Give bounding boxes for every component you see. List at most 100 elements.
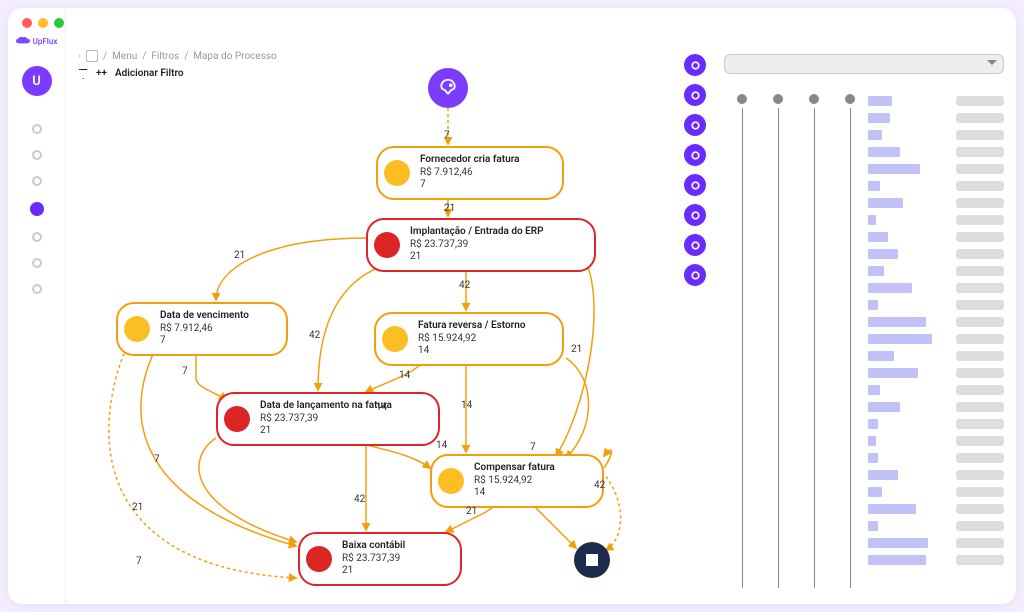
canvas-toolbar xyxy=(684,54,706,286)
flow-node[interactable]: Fatura reversa / EstornoR$ 15.924,9214 xyxy=(374,312,564,366)
data-bar[interactable] xyxy=(868,334,932,344)
edge-label: 42 xyxy=(354,494,365,505)
node-status-bubble xyxy=(384,160,410,186)
flow-node[interactable]: Data de vencimentoR$ 7.912,467 xyxy=(116,302,288,356)
data-bar[interactable] xyxy=(868,317,926,327)
grid-col xyxy=(760,94,796,588)
data-bar[interactable] xyxy=(868,266,884,276)
edge-label: 42 xyxy=(594,480,605,491)
flow-start-node[interactable] xyxy=(428,68,468,108)
flow-node[interactable]: Compensar faturaR$ 15.924,9214 xyxy=(430,454,604,508)
process-map-canvas[interactable]: Fornecedor cria faturaR$ 7.912,467 Implan… xyxy=(66,48,716,596)
node-value: R$ 15.924,92 xyxy=(418,333,552,346)
col-header-dot xyxy=(809,94,819,104)
data-bar[interactable] xyxy=(868,130,882,140)
data-bar[interactable] xyxy=(868,385,880,395)
edge-label: 7 xyxy=(136,556,142,567)
sidebar-nav-dot[interactable] xyxy=(32,232,42,242)
data-bar[interactable] xyxy=(868,96,892,106)
data-bar[interactable] xyxy=(868,470,898,480)
chevron-left-button[interactable] xyxy=(684,54,706,76)
data-row-placeholder xyxy=(956,113,1004,123)
edge-label: 14 xyxy=(399,370,410,381)
sidebar-nav xyxy=(30,124,44,294)
app-window: UpFlux U ‹ / Menu / Filtros / Mapa do Pr… xyxy=(8,8,1016,604)
data-row-placeholder xyxy=(956,147,1004,157)
data-bar[interactable] xyxy=(868,419,878,429)
flow-node[interactable]: Data de lançamento na faturaR$ 23.737,39… xyxy=(216,392,440,446)
data-bar[interactable] xyxy=(868,283,912,293)
data-bar[interactable] xyxy=(868,198,903,208)
user-avatar[interactable]: U xyxy=(22,66,52,96)
node-status-bubble xyxy=(438,468,464,494)
settings-button[interactable] xyxy=(684,234,706,256)
data-row-placeholder xyxy=(956,283,1004,293)
data-bar[interactable] xyxy=(868,300,878,310)
data-bar[interactable] xyxy=(868,113,890,123)
node-value: R$ 7.912,46 xyxy=(420,167,552,180)
edge-label: 21 xyxy=(571,344,582,355)
node-title: Implantação / Entrada do ERP xyxy=(410,226,584,239)
data-bar[interactable] xyxy=(868,215,876,225)
data-bar[interactable] xyxy=(868,538,928,548)
sidebar-nav-dot[interactable] xyxy=(32,258,42,268)
data-bar[interactable] xyxy=(868,453,878,463)
data-bar[interactable] xyxy=(868,232,888,242)
edge-label: 42 xyxy=(309,330,320,341)
node-title: Compensar fatura xyxy=(474,462,592,475)
data-bar[interactable] xyxy=(868,521,878,531)
node-value: R$ 23.737,39 xyxy=(410,239,584,252)
sidebar-nav-dot[interactable] xyxy=(32,124,42,134)
data-bar[interactable] xyxy=(868,351,894,361)
fit-button[interactable] xyxy=(684,114,706,136)
node-value: R$ 15.924,92 xyxy=(474,475,592,488)
data-row-placeholder xyxy=(956,504,1004,514)
grid-col xyxy=(724,94,760,588)
flow-node[interactable]: Baixa contábilR$ 23.737,3921 xyxy=(298,532,462,586)
node-title: Data de lançamento na fatura xyxy=(260,400,428,413)
col-header-dot xyxy=(845,94,855,104)
download-button[interactable] xyxy=(684,264,706,286)
node-title: Fatura reversa / Estorno xyxy=(418,320,552,333)
data-row-placeholder xyxy=(956,96,1004,106)
data-bar[interactable] xyxy=(868,436,876,446)
node-status-bubble xyxy=(124,316,150,342)
flow-end-node[interactable] xyxy=(574,542,610,578)
data-bar[interactable] xyxy=(868,368,918,378)
data-row-placeholder xyxy=(956,300,1004,310)
tree-button[interactable] xyxy=(684,144,706,166)
refresh-button[interactable] xyxy=(684,204,706,226)
sidebar-nav-dot[interactable] xyxy=(32,150,42,160)
data-bar[interactable] xyxy=(868,147,900,157)
data-row-placeholder xyxy=(956,181,1004,191)
sidebar-nav-dot[interactable] xyxy=(32,284,42,294)
data-bar[interactable] xyxy=(868,249,898,259)
data-row-placeholder xyxy=(956,487,1004,497)
node-count: 7 xyxy=(160,335,276,348)
sidebar-nav-dot[interactable] xyxy=(32,176,42,186)
panel-dropdown[interactable] xyxy=(724,54,1004,74)
flow-node[interactable]: Implantação / Entrada do ERPR$ 23.737,39… xyxy=(366,218,596,272)
data-bar[interactable] xyxy=(868,555,926,565)
data-bar[interactable] xyxy=(868,164,920,174)
data-bar[interactable] xyxy=(868,181,880,191)
node-count: 14 xyxy=(474,487,592,500)
data-bar[interactable] xyxy=(868,402,900,412)
grid-button[interactable] xyxy=(684,174,706,196)
sidebar: UpFlux U xyxy=(8,8,66,604)
app-logo[interactable]: UpFlux xyxy=(16,36,58,46)
edge-label: 21 xyxy=(234,250,245,261)
flow-node[interactable]: Fornecedor cria faturaR$ 7.912,467 xyxy=(376,146,564,200)
zoom-in-button[interactable] xyxy=(684,84,706,106)
data-row-placeholder xyxy=(956,351,1004,361)
data-bar[interactable] xyxy=(868,504,916,514)
panel-lines xyxy=(956,96,1004,588)
node-status-bubble xyxy=(224,406,250,432)
data-row-placeholder xyxy=(956,521,1004,531)
right-panel xyxy=(724,54,1004,588)
node-count: 21 xyxy=(260,425,428,438)
col-header-dot xyxy=(773,94,783,104)
sidebar-nav-dot[interactable] xyxy=(30,202,44,216)
data-bar[interactable] xyxy=(868,487,882,497)
data-row-placeholder xyxy=(956,368,1004,378)
